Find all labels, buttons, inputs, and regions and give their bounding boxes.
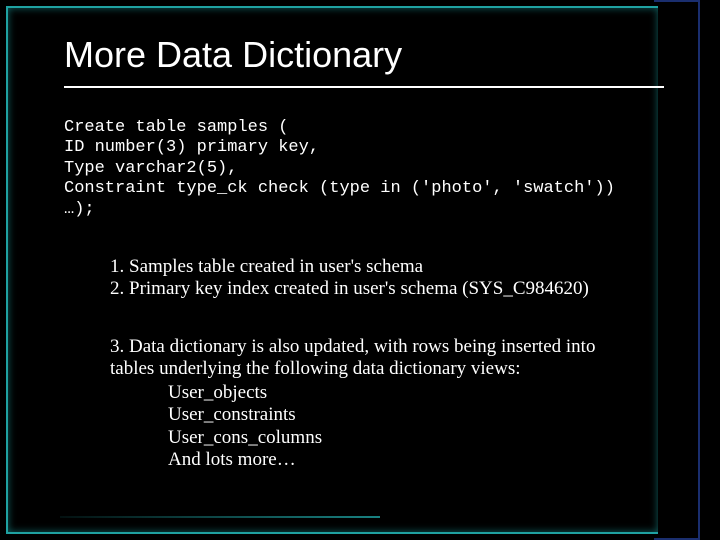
code-line: Create table samples ( xyxy=(64,118,288,137)
notes-block-1: 1. Samples table created in user's schem… xyxy=(110,256,589,300)
border-navy xyxy=(654,0,700,540)
notes-block-2: 3. Data dictionary is also updated, with… xyxy=(110,336,630,381)
note-intro: 3. Data dictionary is also updated, with… xyxy=(110,336,630,358)
note-item: 2. Primary key index created in user's s… xyxy=(110,278,589,300)
view-item: User_objects xyxy=(168,382,322,404)
border-accent xyxy=(60,516,380,518)
views-list: User_objects User_constraints User_cons_… xyxy=(168,382,322,472)
view-item: User_cons_columns xyxy=(168,427,322,449)
code-line: …); xyxy=(64,200,95,219)
slide-title: More Data Dictionary xyxy=(64,34,402,76)
view-item: User_constraints xyxy=(168,404,322,426)
code-line: ID number(3) primary key, xyxy=(64,138,319,157)
note-intro: tables underlying the following data dic… xyxy=(110,358,630,380)
code-line: Type varchar2(5), xyxy=(64,159,237,178)
view-item: And lots more… xyxy=(168,449,322,471)
code-line: Constraint type_ck check (type in ('phot… xyxy=(64,179,615,198)
slide: More Data Dictionary Create table sample… xyxy=(0,0,720,540)
code-block: Create table samples ( ID number(3) prim… xyxy=(64,118,615,220)
title-underline xyxy=(64,86,664,88)
note-item: 1. Samples table created in user's schem… xyxy=(110,256,589,278)
